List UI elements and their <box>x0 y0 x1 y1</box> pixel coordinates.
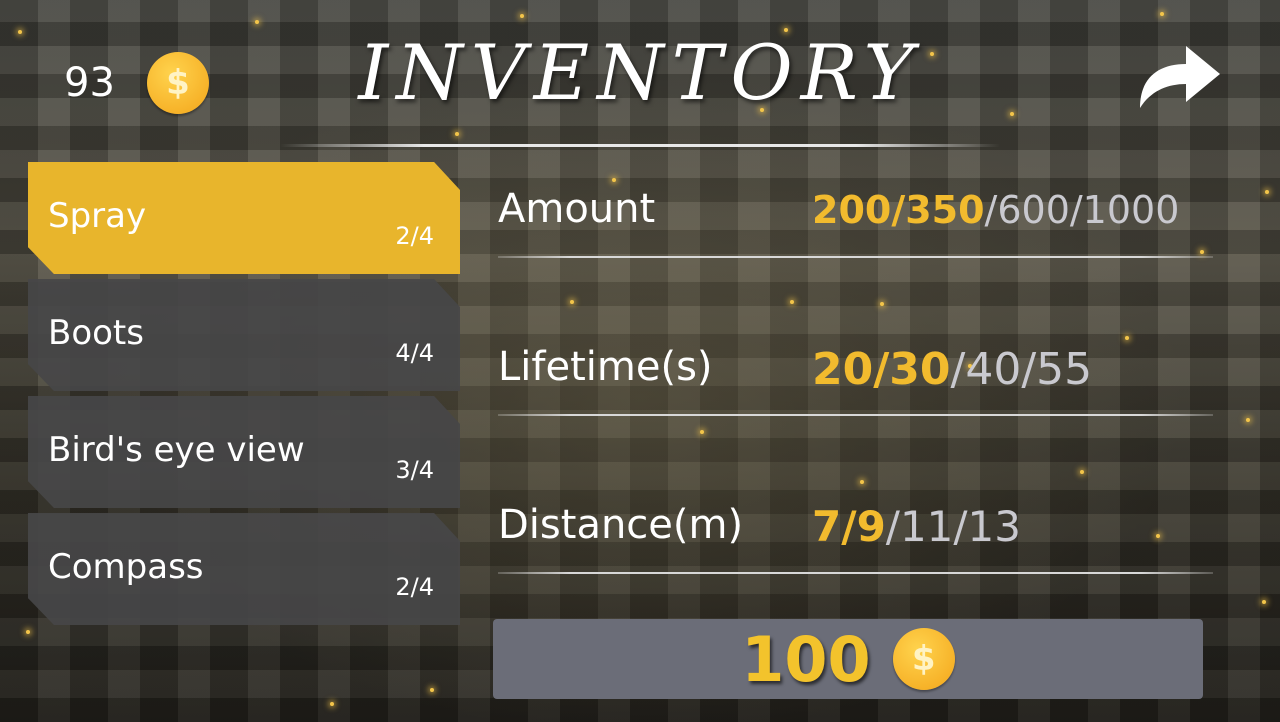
stat-label: Amount <box>498 186 656 232</box>
item-compass[interactable]: Compass 2/4 <box>28 513 460 625</box>
item-level: 2/4 <box>395 222 434 250</box>
stat-label: Distance(m) <box>498 502 744 548</box>
stat-values: 7/9/11/13 <box>812 502 1021 551</box>
item-boots[interactable]: Boots 4/4 <box>28 279 460 391</box>
coin-icon: $ <box>892 628 955 690</box>
curved-arrow-icon <box>1140 46 1220 108</box>
buy-upgrade-button[interactable]: 100 $ <box>493 619 1203 699</box>
stat-values: 200/350/600/1000 <box>812 188 1179 232</box>
stat-divider <box>498 414 1213 416</box>
stat-divider <box>498 572 1213 574</box>
item-level: 4/4 <box>395 339 434 367</box>
stat-locked: /600/1000 <box>984 188 1180 232</box>
back-button[interactable] <box>1132 34 1224 114</box>
item-birds-eye-view[interactable]: Bird's eye view 3/4 <box>28 396 460 508</box>
upgrade-price: 100 <box>741 622 871 696</box>
item-spray[interactable]: Spray 2/4 <box>28 162 460 274</box>
title-divider <box>280 144 1000 147</box>
item-name: Bird's eye view <box>48 430 305 470</box>
stat-locked: /11/13 <box>885 502 1021 551</box>
stat-divider <box>498 256 1213 258</box>
stat-label: Lifetime(s) <box>498 344 713 390</box>
item-level: 3/4 <box>395 456 434 484</box>
stat-values: 20/30/40/55 <box>812 344 1092 395</box>
item-name: Compass <box>48 547 204 587</box>
stat-unlocked: 20/30 <box>812 344 951 395</box>
stat-unlocked: 200/350 <box>812 188 985 232</box>
stat-unlocked: 7/9 <box>812 502 886 551</box>
page-title: INVENTORY <box>358 28 922 117</box>
item-level: 2/4 <box>395 573 434 601</box>
item-name: Boots <box>48 313 144 353</box>
item-name: Spray <box>48 196 147 236</box>
stat-locked: /40/55 <box>950 344 1093 395</box>
